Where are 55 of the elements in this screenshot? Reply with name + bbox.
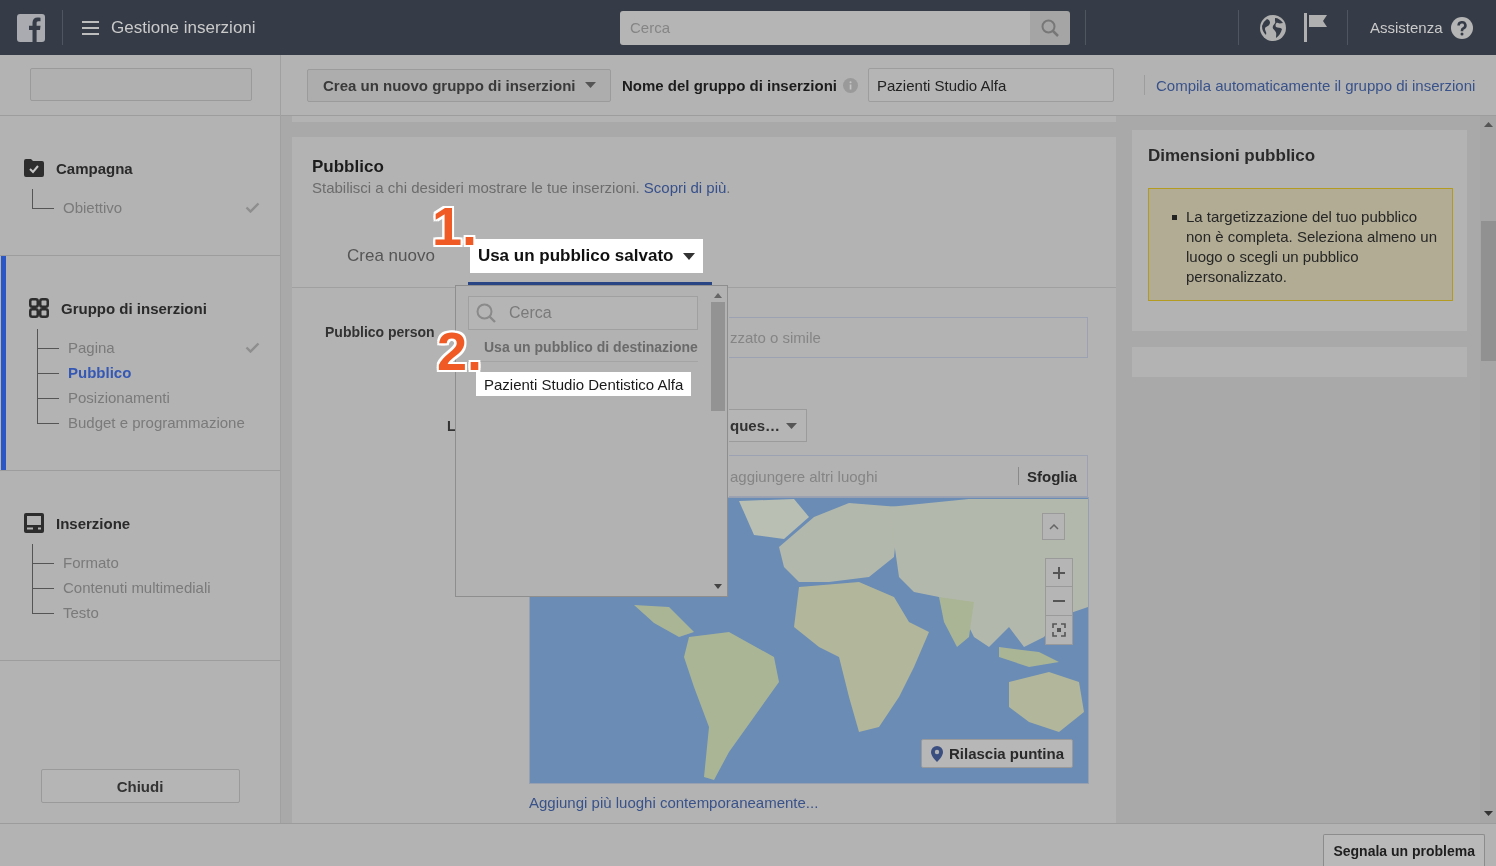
search-icon [476,303,496,323]
field-label: Pubblico person [325,324,435,340]
minus-icon [1053,600,1065,602]
zoom-in-button[interactable] [1045,558,1073,587]
plus-icon [1053,566,1065,579]
search-button[interactable] [1030,10,1070,45]
panel-title: Dimensioni pubblico [1148,146,1317,166]
recenter-button[interactable] [1045,616,1073,645]
section-title: Pubblico [312,157,385,177]
menu-search-field[interactable]: Cerca [468,296,698,330]
warning-text: La targetizzazione del tuo pubblico non è completa. Seleziona almeno un luogo o scegli un pubblico personalizzato. [1186,207,1438,287]
help-icon [1450,16,1473,39]
scrollbar-thumb[interactable] [711,302,725,411]
caret-icon [683,252,696,260]
help-button[interactable]: Assistenza [1370,16,1473,39]
folder-check-icon [24,159,44,177]
zoom-out-button[interactable] [1045,587,1073,616]
step-number: 2. [437,330,483,372]
audience-description: Stabilisci a chi desideri mostrare le tue inserzioni. Scopri di più. [312,180,731,196]
add-locations-link[interactable]: Aggiungi più luoghi contemporaneamente... [529,795,819,811]
sidebar-section-header[interactable]: Gruppo di inserzioni [29,298,260,318]
ad-set-name-label: Nome del gruppo di inserzioni [622,76,837,94]
globe-icon[interactable] [1260,14,1286,41]
chevron-up-icon [1048,523,1059,530]
focus-icon [1052,623,1066,637]
menu-group-header: Usa un pubblico di destinazione [483,340,698,354]
pin-icon [931,745,943,762]
report-problem-button[interactable]: Segnala un problema [1323,834,1485,866]
app-title: Gestione inserzioni [111,17,256,38]
scroll-down-icon[interactable] [714,584,722,589]
field-label: L [447,417,456,434]
input-field[interactable] [30,68,252,101]
sidebar-section-header[interactable]: Inserzione [24,513,260,533]
flag-icon[interactable] [1303,13,1328,42]
screen-icon [24,513,44,533]
caret-icon [585,82,596,88]
grid-icon [29,298,49,318]
sidebar-section-header[interactable]: Campagna [24,158,260,178]
caret-icon [786,422,797,429]
scroll-down-icon[interactable] [1483,811,1493,816]
ad-set-name-field[interactable]: Pazienti Studio Alfa [868,68,1114,102]
scroll-up-icon[interactable] [714,293,722,298]
sidebar-item[interactable]: Pubblico [29,360,260,385]
create-ad-set-dropdown[interactable]: Crea un nuovo gruppo di inserzioni [307,68,611,102]
menu-icon[interactable] [82,20,99,35]
scroll-up-icon[interactable] [1483,122,1493,127]
location-filter-dropdown[interactable]: ques… [729,409,807,442]
autofill-link[interactable]: Compila automaticamente il gruppo di inserzioni [1156,76,1476,94]
scrollbar-thumb[interactable] [1480,221,1496,361]
close-button[interactable]: Chiudi [40,769,240,803]
app-logo-icon[interactable] [17,13,45,42]
menu-item[interactable]: Pazienti Studio Dentistico Alfa [476,372,692,396]
search-icon [1041,18,1059,37]
bullet-icon [1172,215,1177,220]
drop-pin-button[interactable]: Rilascia puntina [921,739,1073,768]
